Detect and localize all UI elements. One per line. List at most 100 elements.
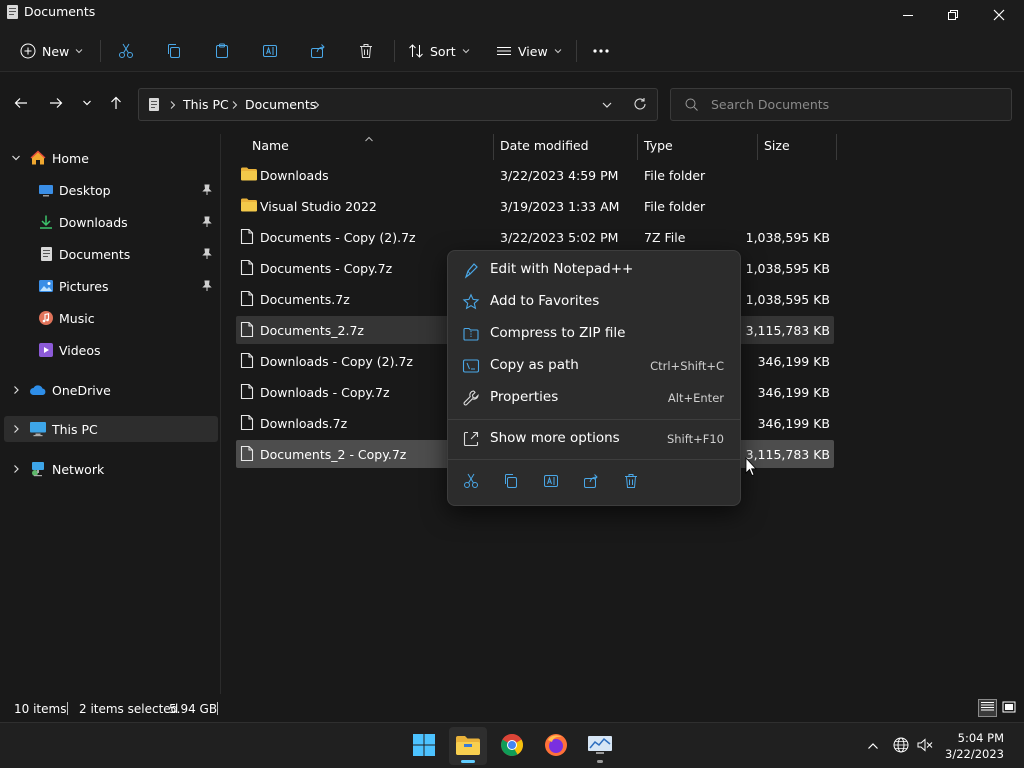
chevron-up-icon (867, 739, 879, 753)
more-options-button[interactable] (592, 36, 610, 66)
column-divider[interactable] (637, 134, 638, 160)
minimize-button[interactable] (885, 0, 931, 30)
sidebar-item-desktop[interactable]: Desktop (4, 177, 218, 203)
menu-item-compress-zip[interactable]: Compress to ZIP file (452, 319, 736, 349)
file-name: Visual Studio 2022 (260, 199, 377, 214)
taskbar-clock[interactable]: 5:04 PM 3/22/2023 (945, 730, 1004, 762)
start-button[interactable] (405, 727, 443, 765)
taskbar-chrome[interactable] (493, 727, 531, 765)
pin-icon[interactable] (202, 248, 212, 263)
column-divider[interactable] (757, 134, 758, 160)
zip-icon (462, 325, 480, 343)
menu-rename-button[interactable] (538, 469, 564, 495)
tiles-view-button[interactable] (1000, 700, 1018, 716)
sidebar-item-downloads[interactable]: Downloads (4, 209, 218, 235)
rename-button[interactable] (261, 36, 279, 66)
column-header-size[interactable]: Size (764, 138, 790, 160)
address-history-chevron-icon[interactable] (601, 99, 613, 113)
details-view-button[interactable] (978, 699, 997, 717)
menu-share-button[interactable] (578, 469, 604, 495)
up-button[interactable] (104, 92, 128, 116)
sidebar-label-pictures: Pictures (59, 278, 109, 294)
volume-button[interactable] (914, 723, 936, 768)
status-divider (217, 702, 218, 715)
menu-item-copy-as-path[interactable]: Copy as path Ctrl+Shift+C (452, 351, 736, 381)
paste-button[interactable] (213, 36, 231, 66)
address-bar[interactable]: This PC Documents (138, 88, 658, 121)
status-bar: 10 items 2 items selected 5.94 GB (0, 694, 1024, 722)
file-row[interactable]: Downloads 3/22/2023 4:59 PM File folder (236, 161, 834, 189)
sidebar-item-this-pc[interactable]: This PC (4, 416, 218, 442)
menu-delete-button[interactable] (618, 469, 644, 495)
close-button[interactable] (976, 0, 1022, 30)
menu-item-properties[interactable]: Properties Alt+Enter (452, 383, 736, 413)
taskbar-file-explorer[interactable] (449, 727, 487, 765)
view-button[interactable]: View (496, 36, 562, 66)
home-icon (29, 149, 47, 167)
chevron-right-icon[interactable] (10, 423, 22, 435)
pane-splitter[interactable] (220, 134, 221, 694)
share-button[interactable] (309, 36, 327, 66)
pin-icon[interactable] (202, 184, 212, 199)
show-hidden-icons-button[interactable] (862, 723, 884, 768)
menu-item-edit-notepadpp[interactable]: Edit with Notepad++ (452, 255, 736, 285)
breadcrumb-documents[interactable]: Documents (245, 97, 316, 112)
menu-item-show-more-options[interactable]: Show more options Shift+F10 (452, 424, 736, 454)
recent-locations-button[interactable] (75, 92, 99, 116)
windows-logo-icon (412, 733, 436, 760)
network-status-button[interactable] (890, 723, 912, 768)
back-button[interactable] (9, 92, 33, 116)
restore-button[interactable] (930, 0, 976, 30)
sidebar-item-music[interactable]: Music (4, 305, 218, 331)
sidebar-item-pictures[interactable]: Pictures (4, 273, 218, 299)
new-button[interactable]: New (20, 36, 83, 66)
chevron-down-icon (75, 47, 83, 55)
sort-button[interactable]: Sort (408, 36, 470, 66)
sidebar-item-onedrive[interactable]: OneDrive (4, 377, 218, 403)
file-row[interactable]: Documents - Copy (2).7z 3/22/2023 5:02 P… (236, 223, 834, 251)
column-header-type[interactable]: Type (644, 138, 673, 160)
file-icon (240, 321, 254, 341)
chevron-right-icon[interactable] (10, 463, 22, 475)
trash-icon (622, 472, 640, 493)
column-divider[interactable] (493, 134, 494, 160)
pin-icon[interactable] (202, 216, 212, 231)
column-header-date[interactable]: Date modified (500, 138, 589, 160)
breadcrumb-this-pc[interactable]: This PC (183, 97, 229, 112)
menu-copy-button[interactable] (498, 469, 524, 495)
column-divider[interactable] (836, 134, 837, 160)
menu-label: Copy as path (490, 357, 579, 373)
taskbar-firefox[interactable] (537, 727, 575, 765)
search-box[interactable]: Search Documents (670, 88, 1012, 121)
star-icon (462, 293, 480, 311)
chevron-down-icon[interactable] (10, 152, 22, 164)
copy-button[interactable] (165, 36, 183, 66)
taskbar-resource-monitor[interactable] (581, 727, 619, 765)
column-header-name[interactable]: Name (252, 138, 289, 160)
menu-shortcut: Ctrl+Shift+C (650, 359, 724, 373)
delete-button[interactable] (357, 36, 375, 66)
sidebar-item-network[interactable]: Network (4, 456, 218, 482)
file-size: 346,199 KB (757, 416, 830, 431)
file-icon (240, 259, 254, 279)
file-name: Documents_2 - Copy.7z (260, 447, 407, 462)
sidebar-item-home[interactable]: Home (4, 145, 218, 171)
refresh-icon[interactable] (633, 97, 647, 114)
menu-item-add-favorites[interactable]: Add to Favorites (452, 287, 736, 317)
menu-cut-button[interactable] (458, 469, 484, 495)
pin-icon[interactable] (202, 280, 212, 295)
sidebar-label-this-pc: This PC (52, 421, 98, 437)
sidebar-item-videos[interactable]: Videos (4, 337, 218, 363)
file-size: 346,199 KB (757, 385, 830, 400)
sidebar-item-documents[interactable]: Documents (4, 241, 218, 267)
cut-button[interactable] (117, 36, 135, 66)
view-label: View (518, 43, 548, 59)
file-icon (240, 352, 254, 372)
menu-label: Add to Favorites (490, 293, 600, 309)
chrome-icon (500, 733, 524, 760)
menu-label: Properties (490, 389, 559, 405)
forward-button[interactable] (44, 92, 68, 116)
file-name: Downloads.7z (260, 416, 348, 431)
chevron-right-icon[interactable] (10, 384, 22, 396)
file-row[interactable]: Visual Studio 2022 3/19/2023 1:33 AM Fil… (236, 192, 834, 220)
